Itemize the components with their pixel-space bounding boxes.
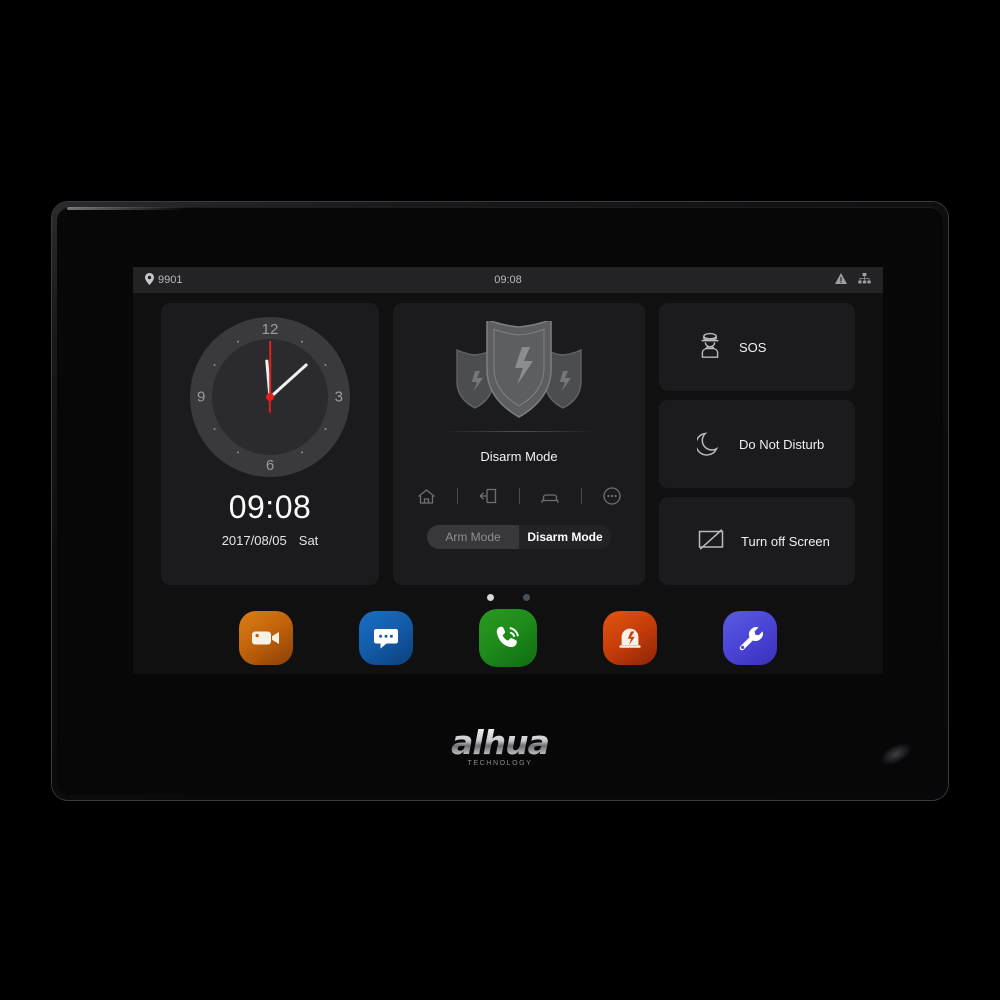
arm-mode-option[interactable]: Arm Mode bbox=[427, 525, 519, 549]
guard-officer-icon bbox=[697, 332, 723, 362]
network-tree-icon[interactable] bbox=[858, 273, 871, 287]
quick-actions-column: SOS Do Not Disturb Turn off Screen bbox=[659, 303, 855, 585]
arm-divider bbox=[441, 431, 597, 432]
status-bar-right bbox=[835, 273, 871, 287]
clock-tick bbox=[324, 363, 327, 367]
message-bubble-icon bbox=[359, 611, 413, 665]
location-pin-icon bbox=[145, 272, 154, 288]
digital-clock-time: 09:08 bbox=[228, 489, 312, 525]
do-not-disturb-label: Do Not Disturb bbox=[739, 436, 825, 452]
arm-disarm-toggle[interactable]: Arm Mode Disarm Mode bbox=[427, 525, 611, 549]
clock-widget[interactable]: 12 3 6 9 09:08 2017/08/05 Sat bbox=[161, 303, 379, 585]
brand-logo: alhua TECHNOLOGY bbox=[57, 726, 943, 767]
analog-clock: 12 3 6 9 bbox=[190, 317, 350, 477]
dock-item-settings[interactable] bbox=[723, 611, 777, 665]
page-indicator bbox=[133, 594, 883, 601]
page-dot-2[interactable] bbox=[522, 594, 530, 601]
dock-item-message[interactable] bbox=[359, 611, 413, 665]
dock-item-call[interactable] bbox=[479, 609, 537, 667]
wrench-icon bbox=[723, 611, 777, 665]
app-dock bbox=[133, 609, 883, 667]
video-camera-icon bbox=[239, 611, 293, 665]
away-mode-icon[interactable] bbox=[473, 487, 503, 505]
turn-off-screen-button[interactable]: Turn off Screen bbox=[659, 497, 855, 585]
digital-clock-date: 2017/08/05 Sat bbox=[161, 533, 379, 548]
clock-tick bbox=[236, 340, 240, 343]
clock-tick bbox=[324, 427, 327, 431]
mode-icons-row bbox=[411, 487, 627, 505]
room-number: 9901 bbox=[158, 274, 183, 286]
widgets-row: 12 3 6 9 09:08 2017/08/05 Sat Disarm Mod… bbox=[133, 293, 883, 585]
screenshot-root: 9901 09:08 12 3 6 9 09:08 2017/08/05 Sat… bbox=[0, 0, 1000, 1000]
intercom-device: 9901 09:08 12 3 6 9 09:08 2017/08/05 Sat… bbox=[52, 202, 948, 800]
clock-tick bbox=[300, 340, 304, 343]
clock-numeral-12: 12 bbox=[261, 321, 279, 338]
warning-triangle-icon[interactable] bbox=[835, 273, 847, 287]
do-not-disturb-button[interactable]: Do Not Disturb bbox=[659, 400, 855, 488]
sleep-mode-icon[interactable] bbox=[535, 489, 565, 504]
clock-tick bbox=[213, 363, 216, 367]
alarm-siren-icon bbox=[603, 611, 657, 665]
date-value: 2017/08/05 bbox=[221, 533, 287, 548]
home-mode-icon[interactable] bbox=[411, 488, 441, 505]
mode-divider bbox=[456, 488, 458, 504]
current-mode-label: Disarm Mode bbox=[480, 449, 558, 464]
screen-off-icon bbox=[697, 528, 725, 554]
clock-numeral-9: 9 bbox=[197, 388, 206, 406]
status-bar: 9901 09:08 bbox=[133, 267, 883, 293]
clock-tick bbox=[213, 427, 216, 431]
page-dot-1[interactable] bbox=[486, 594, 494, 601]
dock-item-monitor[interactable] bbox=[239, 611, 293, 665]
clock-tick bbox=[236, 451, 240, 454]
clock-second-hand bbox=[269, 341, 271, 397]
moon-icon bbox=[695, 429, 723, 459]
sos-button[interactable]: SOS bbox=[659, 303, 855, 391]
brand-logo-subtitle: TECHNOLOGY bbox=[467, 760, 533, 767]
weekday-value: Sat bbox=[298, 533, 319, 548]
sos-label: SOS bbox=[739, 339, 767, 355]
clock-center-dot bbox=[266, 393, 274, 401]
disarm-mode-option[interactable]: Disarm Mode bbox=[519, 525, 611, 549]
dock-item-alarm[interactable] bbox=[603, 611, 657, 665]
clock-numeral-3: 3 bbox=[334, 388, 343, 406]
shield-bolt-icon bbox=[393, 318, 645, 425]
mode-divider bbox=[518, 488, 520, 504]
arm-mode-widget[interactable]: Disarm Mode Arm Mode Disarm Mode bbox=[393, 303, 645, 585]
phone-call-icon bbox=[479, 609, 537, 667]
device-screen: 9901 09:08 12 3 6 9 09:08 2017/08/05 Sat… bbox=[133, 267, 883, 674]
status-bar-left: 9901 bbox=[145, 272, 183, 288]
more-modes-icon[interactable] bbox=[597, 487, 627, 505]
bezel-highlight bbox=[67, 207, 187, 210]
clock-numeral-6: 6 bbox=[265, 457, 275, 474]
turn-off-screen-label: Turn off Screen bbox=[741, 533, 830, 549]
device-bezel: 9901 09:08 12 3 6 9 09:08 2017/08/05 Sat… bbox=[57, 207, 943, 795]
brand-logo-text: alhua bbox=[451, 723, 550, 762]
status-bar-time: 09:08 bbox=[494, 274, 522, 286]
mode-divider bbox=[580, 488, 582, 504]
clock-tick bbox=[300, 451, 304, 454]
